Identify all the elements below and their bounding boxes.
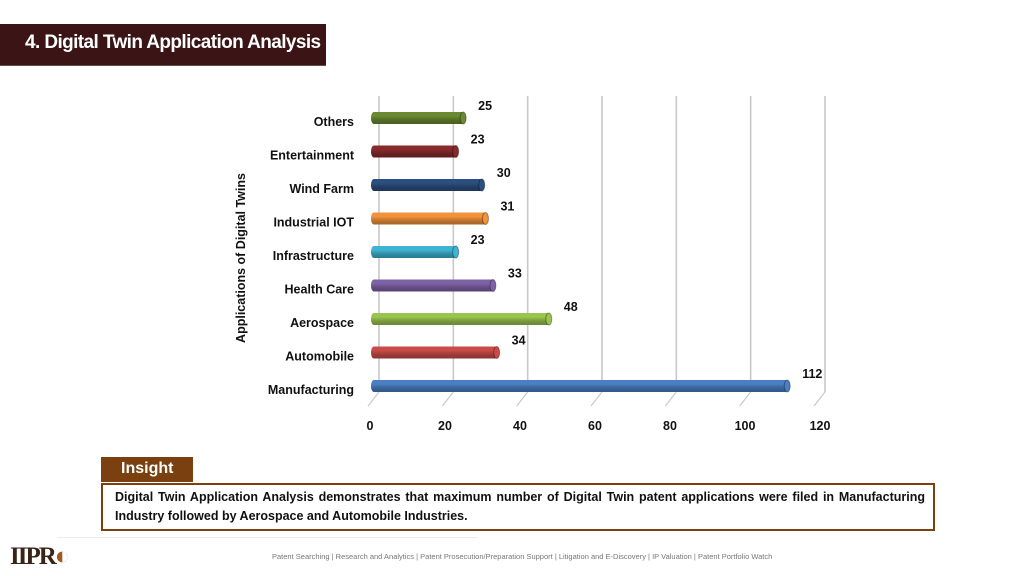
category-label: Industrial IOT <box>273 216 354 230</box>
value-label: 112 <box>802 367 822 381</box>
category-label: Entertainment <box>270 149 355 163</box>
value-label: 31 <box>500 200 514 214</box>
value-label: 23 <box>471 133 485 147</box>
insight-label: Insight <box>101 457 193 482</box>
iipr-logo: IIPR◐ <box>10 543 70 571</box>
floor-tick <box>739 391 752 407</box>
x-tick-label: 20 <box>438 419 452 433</box>
floor-tick <box>664 391 677 407</box>
value-label: 25 <box>478 99 492 113</box>
bar-automobile <box>371 346 501 359</box>
y-axis-title: Applications of Digital Twins <box>234 173 248 343</box>
category-label: Manufacturing <box>268 383 354 397</box>
x-tick-label: 120 <box>810 419 831 433</box>
x-tick-label: 100 <box>735 419 756 433</box>
category-label: Automobile <box>285 350 354 364</box>
bar-aerospace <box>371 312 553 326</box>
value-label: 33 <box>508 267 522 281</box>
category-label: Infrastructure <box>273 249 354 263</box>
bar-infrastructure <box>371 245 460 259</box>
category-labels: Manufacturing Automobile Aerospace Health C… <box>268 115 355 397</box>
category-label: Health Care <box>285 283 355 297</box>
footer-services: Patent Searching | Research and Analytic… <box>272 552 773 561</box>
bar-entertainment <box>371 145 460 158</box>
floor-tick <box>590 391 603 407</box>
bar-industrial-iot <box>371 212 489 225</box>
floor-tick <box>367 391 380 407</box>
value-label: 23 <box>471 233 485 247</box>
insight-text: Digital Twin Application Analysis demons… <box>101 483 935 531</box>
value-labels: 112 34 48 33 23 31 30 23 25 <box>471 99 823 381</box>
x-tick-label: 40 <box>513 419 527 433</box>
logo-text: IIPR <box>10 543 57 570</box>
x-tick-label: 60 <box>588 419 602 433</box>
footer-divider <box>57 537 477 538</box>
category-label: Others <box>314 115 354 129</box>
x-tick-label: 0 <box>367 419 374 433</box>
floor-tick <box>516 391 529 407</box>
category-label: Aerospace <box>290 316 354 330</box>
x-tick-label: 80 <box>663 419 677 433</box>
floor-tick <box>441 391 454 407</box>
bars <box>371 111 791 393</box>
bar-wind-farm <box>371 178 486 192</box>
bar-health-care <box>371 279 497 292</box>
category-label: Wind Farm <box>290 182 354 196</box>
value-label: 48 <box>564 300 578 314</box>
x-tick-labels: 0 20 40 60 80 100 120 <box>367 419 831 433</box>
bar-chart: Manufacturing Automobile Aerospace Health C… <box>234 96 831 433</box>
value-label: 34 <box>512 334 526 348</box>
bar-manufacturing <box>371 379 791 393</box>
bar-others <box>371 111 467 125</box>
floor-tick <box>813 391 826 407</box>
logo-mark-icon: ◐ <box>54 543 70 570</box>
value-label: 30 <box>497 166 511 180</box>
